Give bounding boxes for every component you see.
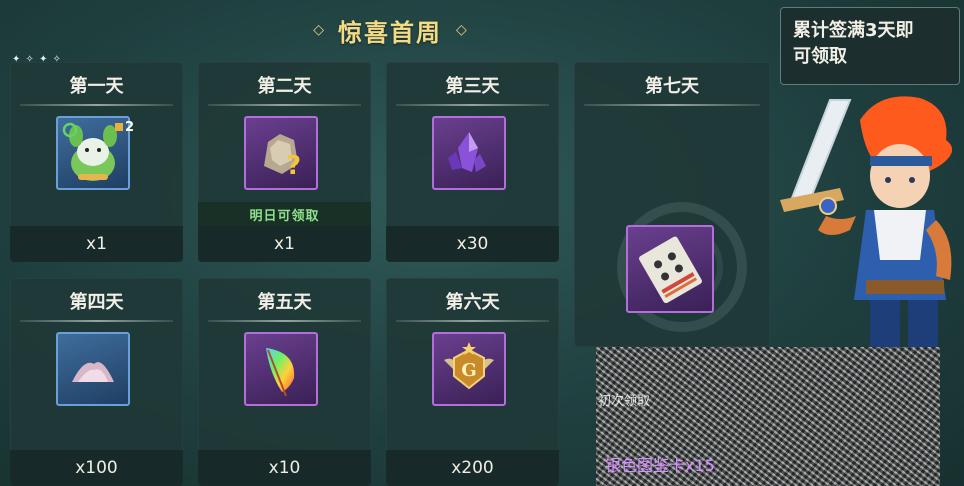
page-title: 惊喜首周 [338, 18, 442, 47]
day-card-7[interactable]: 第七天 [574, 62, 770, 347]
reward-quantity: x30 [386, 226, 559, 262]
divider [396, 320, 549, 322]
svg-text:G: G [461, 360, 476, 381]
reward-quantity: x100 [10, 450, 183, 486]
day-card-5[interactable]: 第五天 x10 [198, 278, 371, 486]
divider [20, 320, 173, 322]
divider [396, 104, 549, 106]
level-badge: 2 [115, 120, 134, 135]
rainbow-feather-icon[interactable] [244, 332, 318, 406]
page-title-bar: ◇ 惊喜首周 ◇ [285, 10, 495, 50]
hero-character-illustration [780, 96, 953, 350]
gold-medal-icon[interactable]: G [432, 332, 506, 406]
left-ornament-icon: ◇ [313, 22, 324, 38]
day-card-6[interactable]: 第六天 G x200 [386, 278, 559, 486]
day-label: 第二天 [257, 76, 312, 97]
day-label: 第七天 [645, 76, 699, 97]
day-label: 第四天 [69, 292, 124, 313]
crystal-icon[interactable] [432, 116, 506, 190]
day-label: 第一天 [69, 76, 124, 97]
claim-tomorrow-badge: 明日可领取 [198, 202, 371, 226]
reward-quantity: x10 [198, 450, 371, 486]
tooltip-line-1: 累计签满3天即 [793, 20, 914, 41]
overlay-partial-text: 初次领取 [598, 394, 651, 409]
reward-quantity: x1 [198, 226, 371, 262]
svg-text:?: ? [286, 151, 301, 181]
reward-quantity: x1 [10, 226, 183, 262]
divider [208, 320, 361, 322]
card-pack-icon[interactable] [626, 225, 714, 313]
right-ornament-icon: ◇ [456, 22, 467, 38]
claim-condition-tooltip: 累计签满3天即 可领取 [780, 7, 960, 85]
day-label: 第三天 [445, 76, 500, 97]
reward-quantity: x200 [386, 450, 559, 486]
day-label: 第六天 [445, 292, 500, 313]
day-label: 第五天 [257, 292, 312, 313]
day-card-2[interactable]: 第二天 ? x1 [198, 62, 371, 262]
mystery-box-icon[interactable]: ? [244, 116, 318, 190]
badge-icon [115, 123, 123, 131]
tooltip-line-2: 可领取 [793, 46, 847, 67]
powder-pile-icon[interactable] [56, 332, 130, 406]
day-card-3[interactable]: 第三天 x30 [386, 62, 559, 262]
reward-name-label: 银色图鉴卡x15 [605, 456, 715, 475]
day-card-1[interactable]: 第一天 2 x1 [10, 62, 183, 262]
day-card-4[interactable]: 第四天 x100 [10, 278, 183, 486]
divider [584, 104, 760, 106]
divider [208, 104, 361, 106]
divider [20, 104, 173, 106]
